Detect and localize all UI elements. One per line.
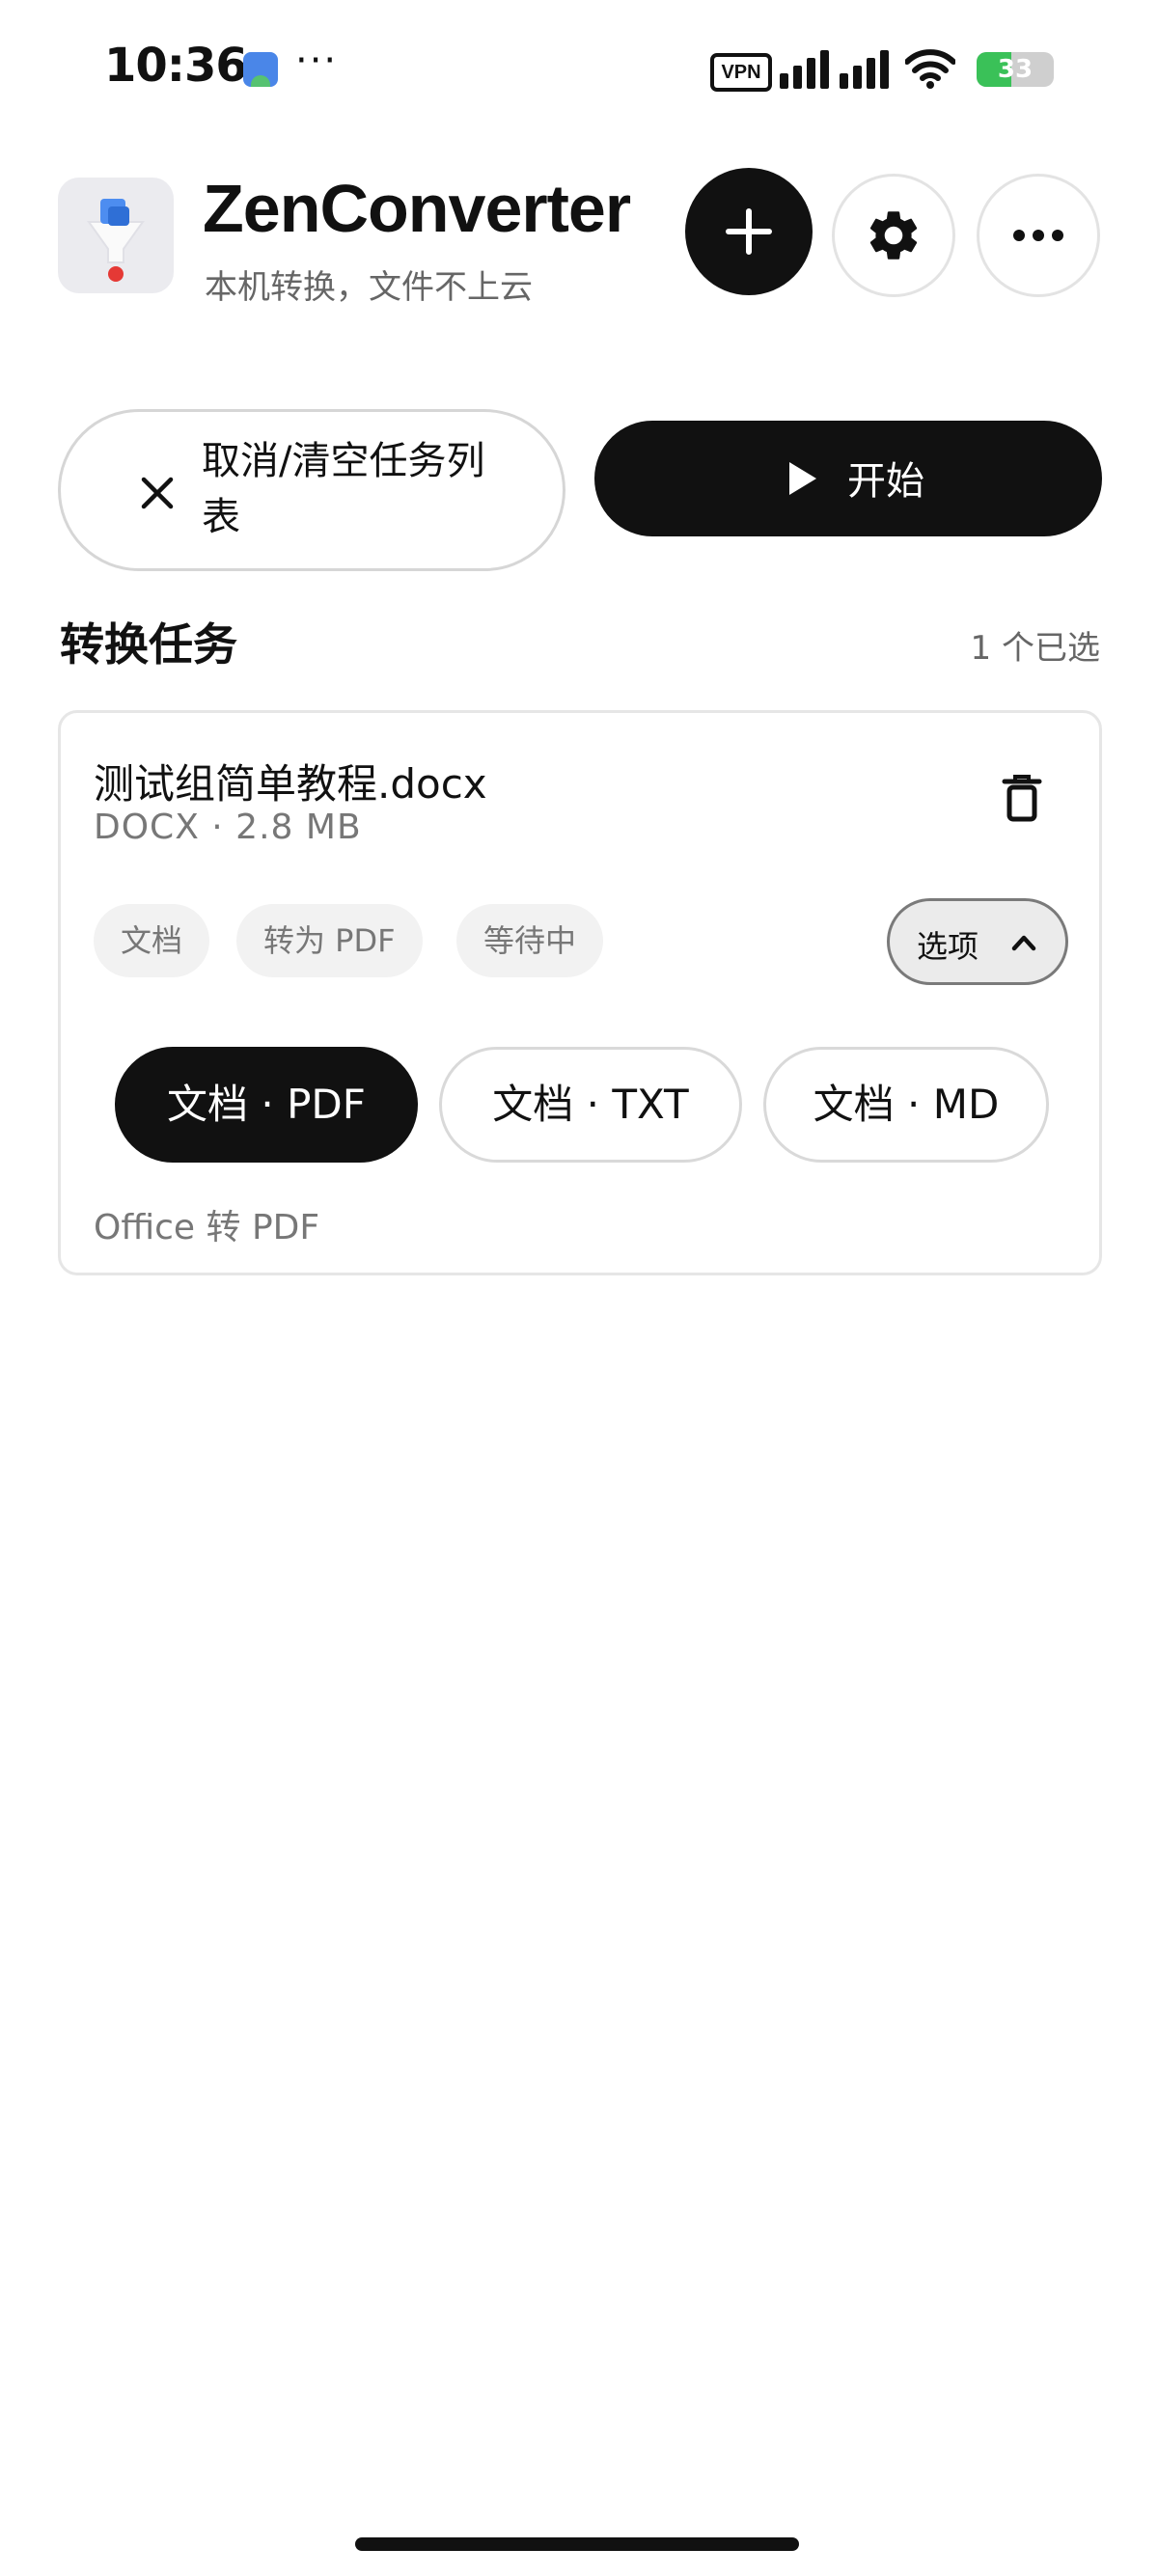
plus-icon	[726, 208, 772, 255]
options-label: 选项	[917, 928, 979, 965]
close-icon	[141, 477, 174, 509]
conversion-description: Office 转 PDF	[94, 1208, 320, 1247]
format-option-pdf[interactable]: 文档 · PDF	[115, 1047, 418, 1163]
home-indicator[interactable]	[355, 2537, 799, 2551]
add-file-button[interactable]	[685, 168, 813, 295]
tag-target: 转为 PDF	[236, 904, 423, 977]
format-option-md[interactable]: 文档 · MD	[763, 1047, 1049, 1163]
funnel-logo-icon	[87, 199, 145, 282]
notification-app-icon	[243, 52, 278, 87]
file-meta: DOCX · 2.8 MB	[94, 808, 362, 847]
app-subtitle: 本机转换，文件不上云	[205, 268, 533, 307]
app-title: ZenConverter	[203, 171, 631, 246]
task-card: 测试组简单教程.docx DOCX · 2.8 MB 文档 转为 PDF 等待中…	[58, 710, 1102, 1275]
status-more-notifications: ···	[295, 39, 339, 83]
start-button-label: 开始	[847, 459, 924, 504]
selected-count: 1 个已选	[970, 629, 1100, 668]
settings-button[interactable]	[832, 174, 955, 297]
options-toggle-button[interactable]: 选项	[887, 898, 1068, 985]
chevron-up-icon	[1011, 935, 1036, 951]
battery-icon: 33	[977, 52, 1054, 87]
status-bar: 10:36 ··· VPN 33	[0, 0, 1158, 135]
play-icon	[789, 462, 816, 495]
wifi-icon	[905, 49, 955, 89]
signal-icon	[780, 50, 889, 89]
cancel-clear-tasks-button[interactable]: 取消/清空任务列表	[58, 409, 565, 571]
file-name: 测试组简单教程.docx	[94, 760, 487, 808]
more-horizontal-icon	[1013, 230, 1063, 241]
trash-icon[interactable]	[999, 773, 1045, 823]
more-options-button[interactable]	[977, 174, 1100, 297]
status-time: 10:36	[104, 39, 248, 93]
vpn-icon: VPN	[710, 53, 772, 92]
cancel-button-label: 取消/清空任务列表	[202, 439, 485, 539]
app-logo	[58, 178, 174, 293]
format-option-txt[interactable]: 文档 · TXT	[439, 1047, 742, 1163]
section-title: 转换任务	[60, 618, 237, 671]
tag-category: 文档	[94, 904, 210, 977]
gear-icon	[869, 211, 918, 260]
battery-percent: 33	[997, 55, 1034, 84]
tag-status: 等待中	[456, 904, 604, 977]
start-button[interactable]: 开始	[594, 421, 1102, 536]
